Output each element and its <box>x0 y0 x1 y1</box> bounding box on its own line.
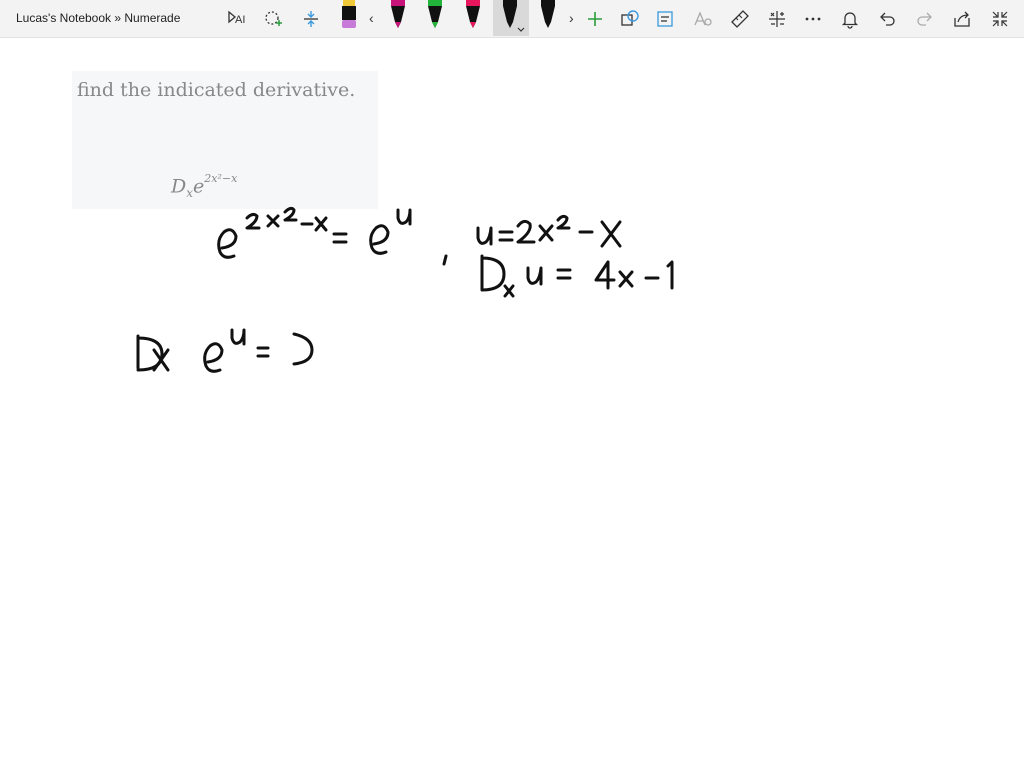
handwritten-ink <box>136 206 674 373</box>
